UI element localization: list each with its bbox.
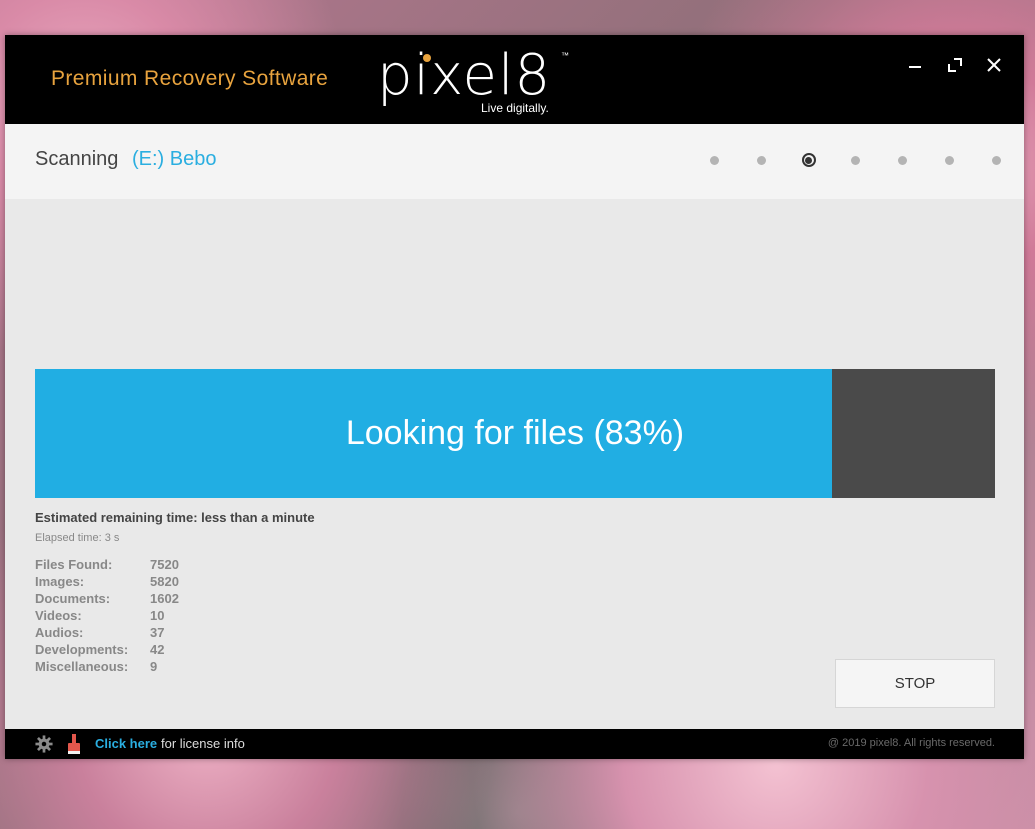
stat-label: Documents:: [35, 591, 111, 606]
scan-header: Scanning (E:) Bebo: [5, 124, 1024, 199]
step-7: [973, 150, 1020, 170]
minimize-button[interactable]: [901, 53, 929, 77]
close-button[interactable]: [980, 53, 1008, 77]
stat-documents: Documents: 1602: [35, 591, 235, 608]
stat-value: 5820: [150, 574, 179, 589]
step-1: [691, 150, 738, 170]
logo-trademark: ™: [561, 51, 569, 60]
minimize-icon: [909, 66, 921, 68]
stat-value: 10: [150, 608, 165, 623]
current-step-marker: [801, 153, 816, 167]
stat-videos: Videos: 10: [35, 608, 235, 625]
title-bar[interactable]: Premium Recovery Software pixel8 ™ Live …: [5, 35, 1024, 124]
step-5: [879, 150, 926, 170]
step-dot: [945, 155, 954, 165]
stat-label: Files Found:: [35, 557, 113, 572]
step-dot: [992, 155, 1001, 165]
tagline: Premium Recovery Software: [51, 67, 329, 90]
license-icon[interactable]: [67, 734, 81, 754]
elapsed-time: Elapsed time: 3 s: [35, 532, 120, 544]
step-dot: [757, 155, 766, 165]
scan-progress-bar: Looking for files (83%): [35, 369, 995, 498]
license-text: for license info: [161, 736, 245, 751]
stat-label: Audios:: [35, 625, 84, 640]
stat-label: Images:: [35, 574, 85, 589]
stat-value: 7520: [150, 557, 179, 572]
stat-developments: Developments: 42: [35, 642, 235, 659]
stat-label: Miscellaneous:: [35, 659, 129, 674]
logo-word: pixel8: [377, 43, 552, 108]
scanning-label: Scanning: [35, 148, 119, 170]
step-6: [926, 150, 973, 170]
step-3: [785, 150, 832, 170]
stat-images: Images: 5820: [35, 574, 235, 591]
progress-text: Looking for files (83%): [345, 414, 685, 452]
stat-value: 37: [150, 625, 165, 640]
step-dot: [710, 155, 719, 165]
license-link[interactable]: Click here: [95, 736, 157, 751]
maximize-button[interactable]: [941, 53, 969, 77]
logo-subtitle: Live digitally.: [481, 101, 549, 115]
close-icon: [987, 58, 1001, 72]
step-4: [832, 150, 879, 170]
step-dot: [851, 155, 860, 165]
pixel8-logo: pixel8 ™ Live digitally.: [377, 43, 577, 120]
stat-label: Videos:: [35, 608, 82, 623]
estimated-time: Estimated remaining time: less than a mi…: [35, 510, 315, 525]
step-2: [738, 150, 785, 170]
stats-list: Files Found: 7520 Images: 5820 Documents: 1…: [35, 557, 235, 676]
app-window: Premium Recovery Software pixel8 ™ Live …: [5, 35, 1024, 759]
step-indicator: [691, 150, 1020, 170]
logo-dot: [423, 54, 431, 62]
stat-value: 42: [150, 642, 165, 657]
stat-files-found: Files Found: 7520: [35, 557, 235, 574]
stat-value: 1602: [150, 591, 179, 606]
gear-icon[interactable]: [35, 735, 53, 753]
stat-audios: Audios: 37: [35, 625, 235, 642]
drive-label: (E:) Bebo: [132, 148, 217, 170]
stop-button[interactable]: STOP: [835, 659, 995, 708]
stat-miscellaneous: Miscellaneous: 9: [35, 659, 235, 676]
stat-label: Developments:: [35, 642, 129, 657]
copyright: @ 2019 pixel8. All rights reserved.: [827, 737, 995, 749]
stat-value: 9: [150, 659, 158, 674]
step-dot: [898, 155, 907, 165]
maximize-icon: [948, 58, 962, 72]
footer-bar: Click here for license info @ 2019 pixel…: [5, 729, 1024, 759]
